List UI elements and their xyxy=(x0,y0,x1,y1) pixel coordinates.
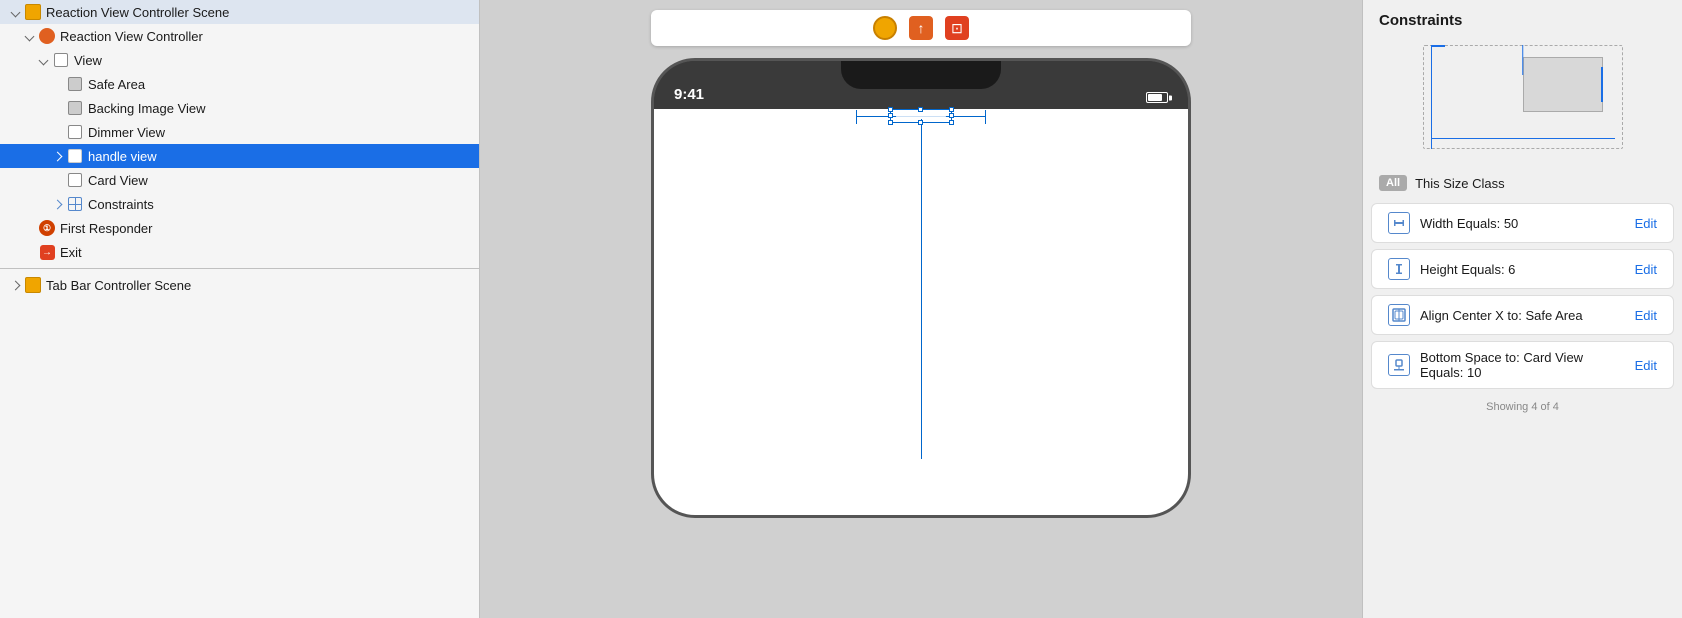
width-icon-svg xyxy=(1392,216,1406,230)
constraints-toggle[interactable] xyxy=(50,197,64,211)
handle-pill xyxy=(896,113,946,119)
tabbar-toggle[interactable] xyxy=(8,278,22,292)
exit-icon xyxy=(38,243,56,261)
sidebar-item-tabbar-scene[interactable]: Tab Bar Controller Scene xyxy=(0,273,479,297)
center-x-icon xyxy=(1388,304,1410,326)
constraint-row-bottom-space: Bottom Space to: Card ViewEquals: 10 Edi… xyxy=(1371,341,1674,389)
diagram-line-left xyxy=(1431,45,1433,149)
vc-label: Reaction View Controller xyxy=(60,29,203,44)
toolbar-orange-icon xyxy=(909,16,933,40)
status-right xyxy=(1146,92,1168,103)
phone-content xyxy=(654,109,1188,515)
constraint-left-tick xyxy=(856,110,857,124)
handle-view-icon xyxy=(66,147,84,165)
constraint-right-tick xyxy=(985,110,986,124)
sidebar-item-backing-image[interactable]: Backing Image View xyxy=(0,96,479,120)
sidebar-item-reaction-vc[interactable]: Reaction View Controller xyxy=(0,24,479,48)
constraint-row-height: Height Equals: 6 Edit xyxy=(1371,249,1674,289)
scene-title-row[interactable]: Reaction View Controller Scene xyxy=(0,0,479,24)
all-badge[interactable]: All xyxy=(1379,175,1407,191)
left-panel: Reaction View Controller Scene Reaction … xyxy=(0,0,480,618)
height-equals-label: Height Equals: 6 xyxy=(1420,262,1625,277)
center-x-label: Align Center X to: Safe Area xyxy=(1420,308,1625,323)
constraint-vertical-line xyxy=(921,119,922,459)
middle-panel: 9:41 xyxy=(480,0,1362,618)
showing-label: Showing 4 of 4 xyxy=(1363,395,1682,417)
constraint-row-width: Width Equals: 50 Edit xyxy=(1371,203,1674,243)
safe-area-icon xyxy=(66,75,84,93)
view-label: View xyxy=(74,53,102,68)
center-x-svg xyxy=(1392,308,1406,322)
first-responder-label: First Responder xyxy=(60,221,152,236)
phone-notch xyxy=(841,61,1001,89)
vc-icon xyxy=(38,27,56,45)
diagram-line-bottom xyxy=(1431,138,1615,140)
width-equals-label: Width Equals: 50 xyxy=(1420,216,1625,231)
backing-icon xyxy=(66,99,84,117)
size-class-text: This Size Class xyxy=(1415,176,1505,191)
scene-icon xyxy=(24,3,42,21)
tabbar-icon xyxy=(24,276,42,294)
card-view-label: Card View xyxy=(88,173,148,188)
sidebar-item-dimmer[interactable]: Dimmer View xyxy=(0,120,479,144)
backing-label: Backing Image View xyxy=(88,101,206,116)
vc-toggle[interactable] xyxy=(22,29,36,43)
height-edit-button[interactable]: Edit xyxy=(1635,262,1657,277)
height-icon-svg xyxy=(1392,262,1406,276)
handle-view-canvas xyxy=(896,113,946,119)
bottom-space-label: Bottom Space to: Card ViewEquals: 10 xyxy=(1420,350,1625,380)
dimmer-label: Dimmer View xyxy=(88,125,165,140)
corner-br xyxy=(949,120,954,125)
status-time: 9:41 xyxy=(674,86,704,103)
card-view-icon xyxy=(66,171,84,189)
height-equals-icon xyxy=(1388,258,1410,280)
view-toggle[interactable] xyxy=(36,53,50,67)
scene-title-label: Reaction View Controller Scene xyxy=(46,5,229,20)
toolbar-yellow-icon xyxy=(873,16,897,40)
bottom-space-svg xyxy=(1392,358,1406,372)
panel-separator xyxy=(0,268,479,269)
sidebar-item-first-responder[interactable]: ① First Responder xyxy=(0,216,479,240)
exit-label: Exit xyxy=(60,245,82,260)
sidebar-item-constraints[interactable]: Constraints xyxy=(0,192,479,216)
phone-mockup: 9:41 xyxy=(651,58,1191,518)
right-panel: Constraints All This Size Class Width Eq… xyxy=(1362,0,1682,618)
tabbar-label: Tab Bar Controller Scene xyxy=(46,278,191,293)
sidebar-item-handle-view[interactable]: handle view xyxy=(0,144,479,168)
dimmer-icon xyxy=(66,123,84,141)
sidebar-item-exit[interactable]: Exit xyxy=(0,240,479,264)
constraints-icon xyxy=(66,195,84,213)
constraint-diagram xyxy=(1423,37,1623,157)
bottom-space-edit-button[interactable]: Edit xyxy=(1635,358,1657,373)
handle-view-label: handle view xyxy=(88,149,157,164)
handle-pill-container xyxy=(896,113,946,119)
storyboard-toolbar xyxy=(651,10,1191,46)
battery-icon xyxy=(1146,92,1168,103)
diagram-line-right xyxy=(1601,67,1603,102)
width-equals-icon xyxy=(1388,212,1410,234)
scene-toggle[interactable] xyxy=(8,5,22,19)
center-x-edit-button[interactable]: Edit xyxy=(1635,308,1657,323)
diagram-tick-top xyxy=(1431,45,1445,47)
bottom-space-icon xyxy=(1388,354,1410,376)
toolbar-exit-icon xyxy=(945,16,969,40)
constraint-row-center-x: Align Center X to: Safe Area Edit xyxy=(1371,295,1674,335)
constraints-label: Constraints xyxy=(88,197,154,212)
view-icon xyxy=(52,51,70,69)
sidebar-item-card-view[interactable]: Card View xyxy=(0,168,479,192)
sidebar-item-view[interactable]: View xyxy=(0,48,479,72)
sidebar-item-safe-area[interactable]: Safe Area xyxy=(0,72,479,96)
first-responder-icon: ① xyxy=(38,219,56,237)
safe-area-label: Safe Area xyxy=(88,77,145,92)
diagram-inner-box xyxy=(1523,57,1603,112)
corner-bl xyxy=(888,120,893,125)
diagram-line-top xyxy=(1522,45,1524,75)
constraints-panel-title: Constraints xyxy=(1363,0,1682,37)
handle-toggle[interactable] xyxy=(50,149,64,163)
size-class-bar: All This Size Class xyxy=(1363,169,1682,197)
width-edit-button[interactable]: Edit xyxy=(1635,216,1657,231)
battery-fill xyxy=(1148,94,1162,101)
